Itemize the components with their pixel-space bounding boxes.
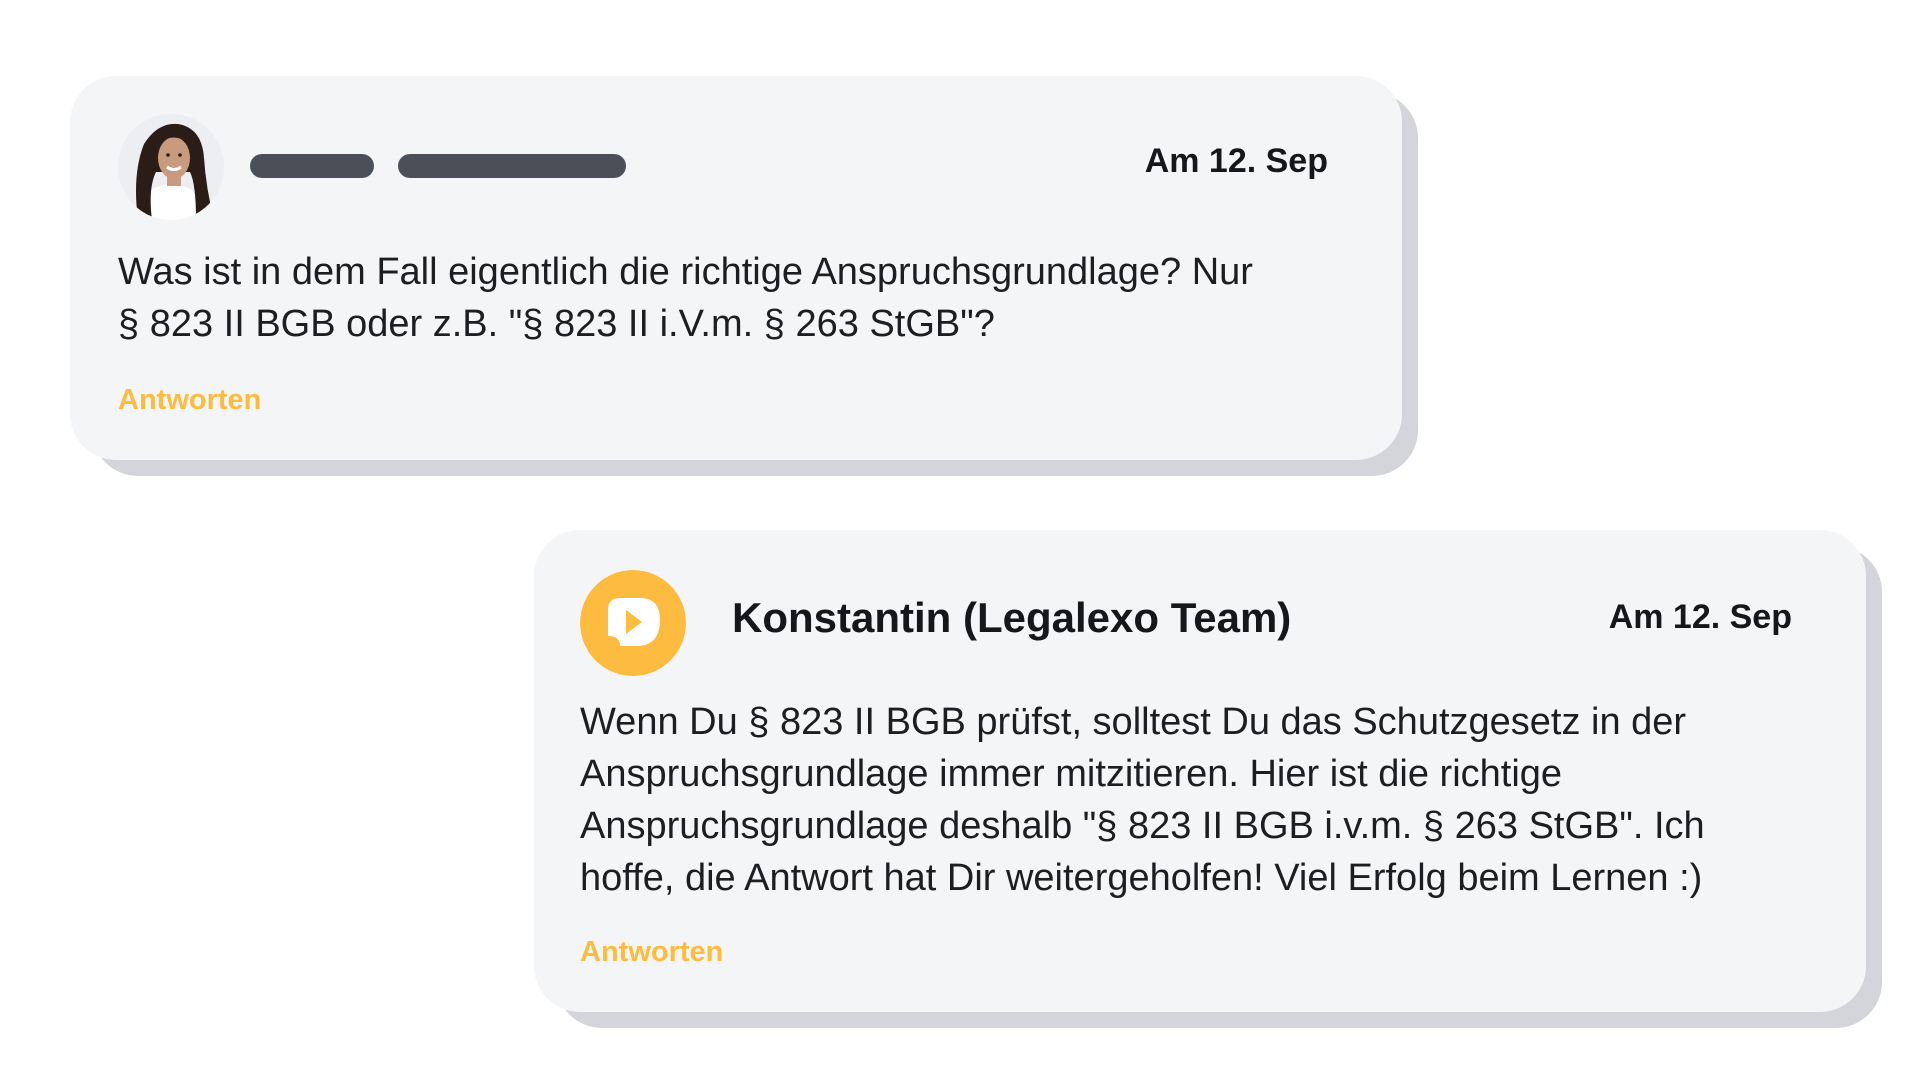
legalexo-logo-icon <box>580 570 686 676</box>
answer-date: Am 12. Sep <box>1608 598 1792 636</box>
user-avatar-icon <box>118 114 224 220</box>
user-avatar[interactable] <box>118 114 224 220</box>
card-body: Konstantin (Legalexo Team) Am 12. Sep We… <box>534 530 1866 1012</box>
comment-text-line: Was ist in dem Fall eigentlich die richt… <box>118 251 1253 293</box>
author-name: Konstantin (Legalexo Team) <box>732 594 1292 641</box>
reply-button[interactable]: Antworten <box>580 936 723 969</box>
team-avatar[interactable] <box>580 570 686 676</box>
username-placeholder-bar <box>250 154 374 178</box>
comment-card: Am 12. Sep Was ist in dem Fall eigentlic… <box>70 76 1418 476</box>
answer-text: Wenn Du § 823 II BGB prüfst, solltest Du… <box>580 696 1830 904</box>
answer-card: Konstantin (Legalexo Team) Am 12. Sep We… <box>534 530 1882 1028</box>
answer-text-line: Anspruchsgrundlage deshalb "§ 823 II BGB… <box>580 805 1705 847</box>
username-placeholder-bar <box>398 154 626 178</box>
comment-text: Was ist in dem Fall eigentlich die richt… <box>118 246 1318 350</box>
reply-button[interactable]: Antworten <box>118 384 261 417</box>
answer-text-line: hoffe, die Antwort hat Dir weitergeholfe… <box>580 857 1703 899</box>
comment-date: Am 12. Sep <box>1144 142 1328 180</box>
answer-text-line: Anspruchsgrundlage immer mitzitieren. Hi… <box>580 753 1563 795</box>
comment-text-line: § 823 II BGB oder z.B. "§ 823 II i.V.m. … <box>118 303 995 345</box>
card-body: Am 12. Sep Was ist in dem Fall eigentlic… <box>70 76 1402 460</box>
answer-text-line: Wenn Du § 823 II BGB prüfst, solltest Du… <box>580 701 1687 743</box>
